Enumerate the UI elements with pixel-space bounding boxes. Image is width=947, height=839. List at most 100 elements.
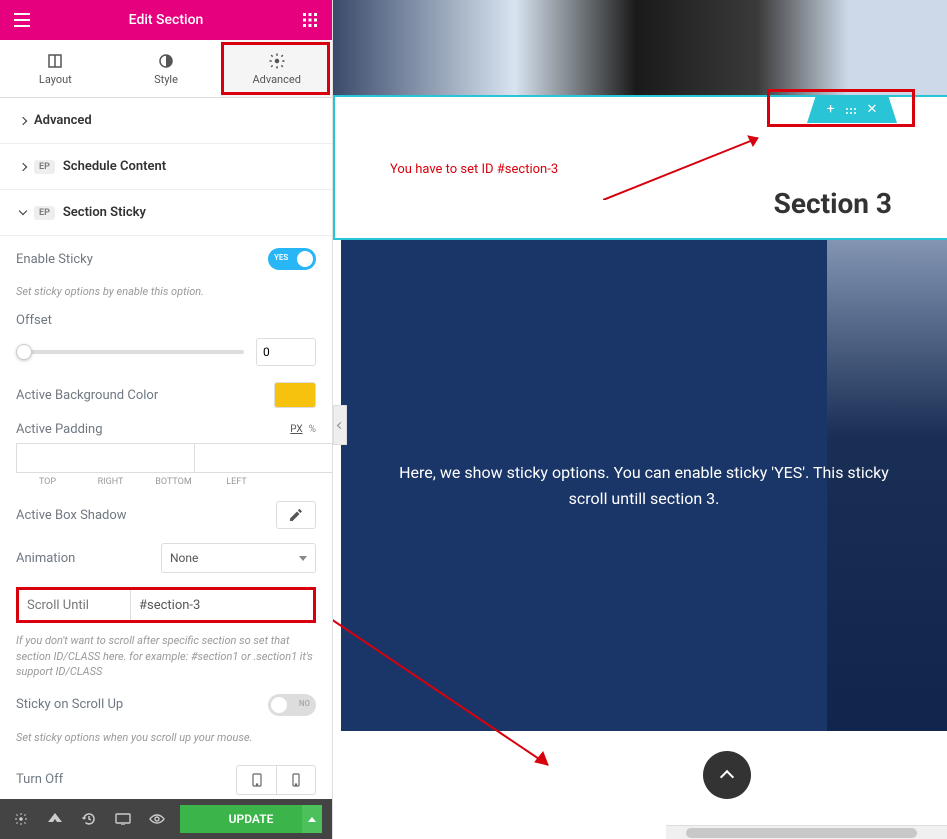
preview-icon[interactable] (142, 804, 172, 834)
chevron-up-icon (308, 817, 316, 822)
turnoff-label: Turn Off (16, 772, 63, 787)
device-tablet-button[interactable] (236, 765, 276, 795)
scrollup-hint: Set sticky options when you scroll up yo… (16, 730, 316, 745)
offset-input[interactable] (256, 338, 316, 366)
bg-color-label: Active Background Color (16, 388, 158, 403)
panel-header: Edit Section (0, 0, 332, 40)
unit-pct[interactable]: % (309, 424, 316, 435)
unit-options: PX % (290, 424, 316, 435)
update-button[interactable]: UPDATE (180, 805, 322, 833)
controls-pane: Enable Sticky YES Set sticky options by … (0, 236, 332, 799)
toggle-yes: YES (274, 253, 288, 262)
drag-icon[interactable] (845, 100, 857, 119)
accordion-label: Advanced (34, 113, 92, 128)
toggle-no: NO (299, 699, 310, 708)
turnoff-row: Turn Off (16, 765, 316, 795)
animation-label: Animation (16, 551, 75, 566)
device-buttons (236, 765, 316, 795)
collapse-panel-button[interactable] (333, 405, 347, 445)
bg-color-swatch[interactable] (274, 382, 316, 408)
scrollup-row: Sticky on Scroll Up NO (16, 694, 316, 716)
pad-bottom-label: BOTTOM (142, 477, 205, 487)
scrollup-toggle[interactable]: NO (268, 694, 316, 716)
padding-right-input[interactable] (194, 443, 332, 473)
chevron-left-icon (336, 421, 343, 428)
shadow-label: Active Box Shadow (16, 508, 127, 523)
panel-title: Edit Section (129, 12, 204, 28)
caret-icon (19, 162, 27, 170)
scroll-top-button[interactable] (703, 751, 751, 799)
animation-row: Animation None (16, 543, 316, 573)
padding-labels: TOP RIGHT BOTTOM LEFT (16, 477, 316, 487)
add-icon[interactable]: + (827, 101, 835, 117)
scrollup-label: Sticky on Scroll Up (16, 697, 123, 712)
offset-slider[interactable] (16, 350, 244, 354)
close-icon[interactable]: ✕ (867, 102, 878, 117)
padding-header: Active Padding PX % (16, 422, 316, 437)
animation-value: None (170, 551, 198, 565)
animation-select[interactable]: None (161, 543, 316, 573)
tab-advanced[interactable]: Advanced (221, 40, 332, 97)
accordion-advanced[interactable]: Advanced (0, 98, 332, 144)
section-text: Here, we show sticky options. You can en… (381, 460, 907, 511)
scroll-until-row: Scroll Until (16, 587, 316, 623)
caret-icon (19, 207, 27, 215)
enable-sticky-row: Enable Sticky YES (16, 248, 316, 270)
editor-panel: Edit Section Layout Style Advanced Advan… (0, 0, 333, 839)
scroll-until-label: Scroll Until (19, 590, 130, 620)
caret-icon (19, 116, 27, 124)
toggle-knob (297, 251, 313, 267)
offset-row (16, 338, 316, 366)
enable-sticky-hint: Set sticky options by enable this option… (16, 284, 316, 299)
tab-layout[interactable]: Layout (0, 40, 111, 97)
ep-badge: EP (34, 160, 55, 174)
device-mobile-button[interactable] (276, 765, 316, 795)
tab-style[interactable]: Style (111, 40, 222, 97)
menu-icon[interactable] (10, 8, 34, 32)
accordion-label: Schedule Content (63, 159, 166, 174)
annotation-text: You have to set ID #section-3 (390, 162, 558, 177)
apps-icon[interactable] (298, 8, 322, 32)
accordion-label: Section Sticky (63, 205, 146, 220)
chevron-down-icon (299, 556, 307, 561)
scroll-until-hint: If you don't want to scroll after specif… (16, 633, 316, 679)
tab-label: Advanced (252, 73, 300, 86)
accordion: Advanced EP Schedule Content EP Section … (0, 98, 332, 236)
enable-sticky-toggle[interactable]: YES (268, 248, 316, 270)
preview-area: + ✕ You have to set ID #section-3 Sectio… (333, 0, 947, 839)
scrollbar-thumb[interactable] (686, 828, 917, 838)
responsive-icon[interactable] (108, 804, 138, 834)
padding-inputs (16, 443, 316, 473)
settings-icon[interactable] (6, 804, 36, 834)
padding-label: Active Padding (16, 422, 103, 437)
tabs: Layout Style Advanced (0, 40, 332, 98)
hero-image (333, 0, 947, 95)
chevron-up-icon (720, 770, 734, 784)
enable-sticky-label: Enable Sticky (16, 252, 93, 267)
scroll-until-input[interactable] (130, 590, 313, 620)
shadow-row: Active Box Shadow (16, 501, 316, 529)
slider-thumb[interactable] (16, 344, 32, 360)
pad-top-label: TOP (16, 477, 79, 487)
shadow-edit-button[interactable] (276, 501, 316, 529)
accordion-schedule[interactable]: EP Schedule Content (0, 144, 332, 190)
panel-footer: UPDATE (0, 799, 332, 839)
tab-label: Style (154, 73, 178, 86)
section-header[interactable]: + ✕ You have to set ID #section-3 Sectio… (333, 95, 947, 240)
unit-px[interactable]: PX (290, 424, 302, 435)
toggle-knob (271, 697, 287, 713)
navigator-icon[interactable] (40, 804, 70, 834)
accordion-sticky[interactable]: EP Section Sticky (0, 190, 332, 236)
update-label: UPDATE (229, 812, 274, 826)
pad-right-label: RIGHT (79, 477, 142, 487)
history-icon[interactable] (74, 804, 104, 834)
padding-top-input[interactable] (16, 443, 194, 473)
section-body: Here, we show sticky options. You can en… (341, 240, 947, 731)
update-dropdown[interactable] (302, 805, 322, 833)
horizontal-scrollbar[interactable] (666, 825, 947, 839)
offset-label: Offset (16, 313, 316, 328)
section-toolbar: + ✕ (807, 95, 897, 123)
tab-label: Layout (39, 73, 72, 86)
section-title: Section 3 (774, 187, 892, 220)
ep-badge: EP (34, 206, 55, 220)
